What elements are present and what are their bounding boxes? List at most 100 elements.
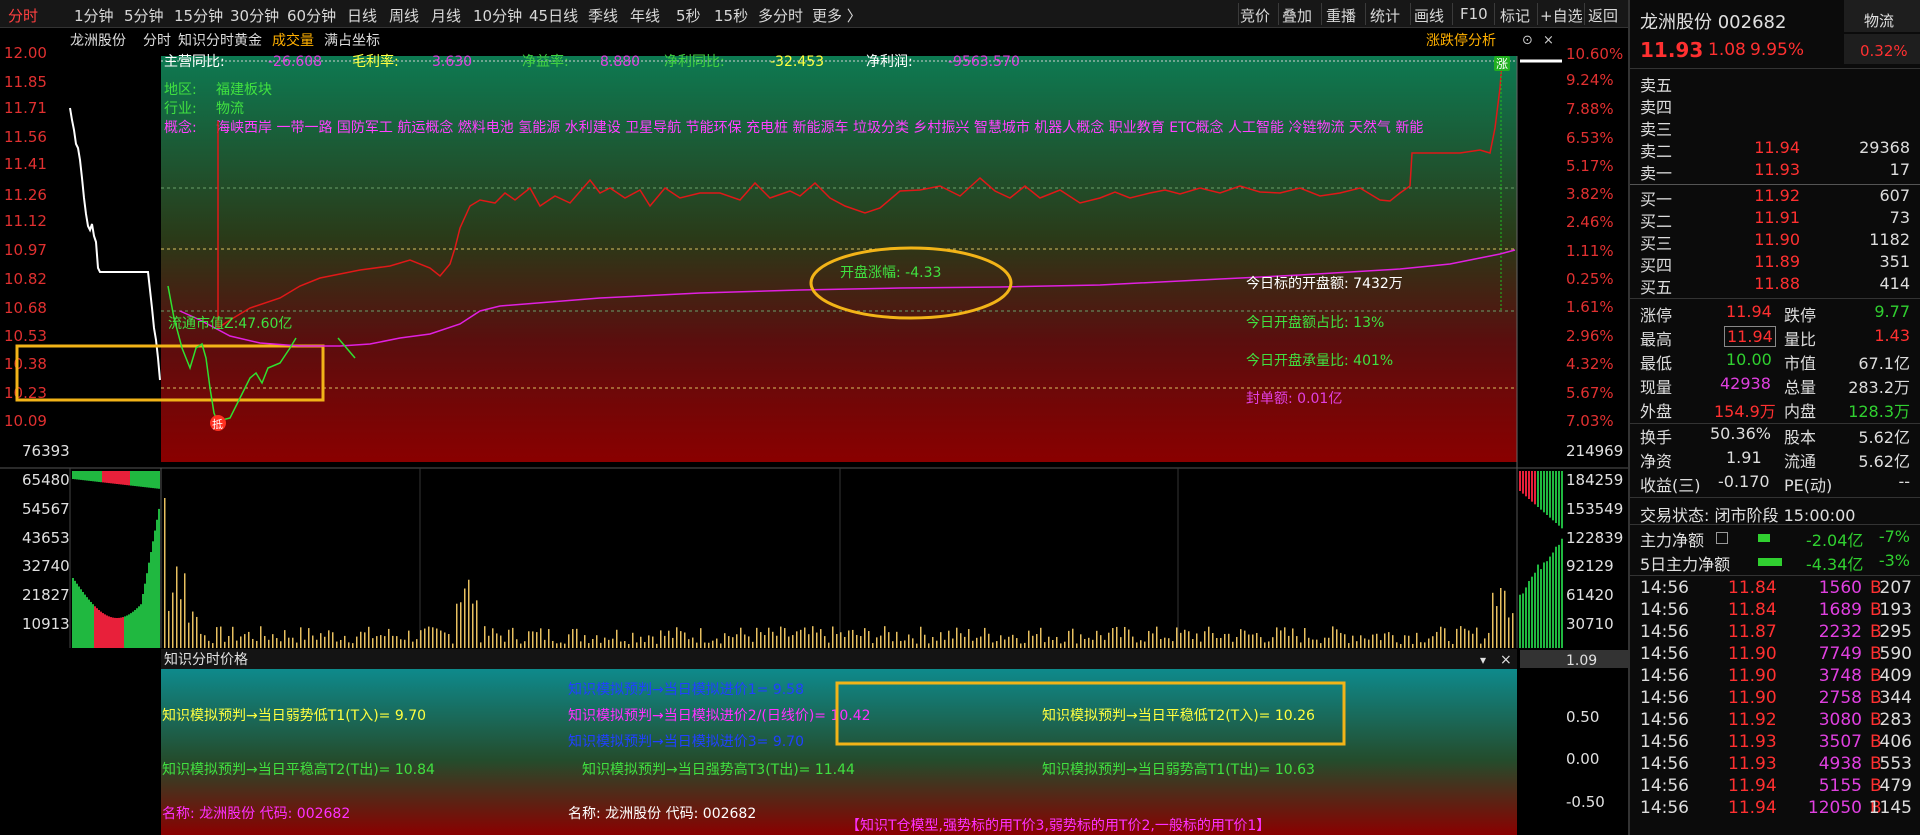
volume-bar (468, 579, 470, 648)
volume-bar (816, 632, 818, 648)
volume-bar (520, 643, 522, 648)
volume-bar (772, 631, 774, 648)
axis-tick: 10913 (22, 615, 70, 633)
axis-tick: 21827 (22, 586, 70, 604)
tick-price: 11.94 (1728, 776, 1777, 796)
price-change: 1.08 (1708, 40, 1746, 60)
fenshi-label[interactable]: 分时 (143, 33, 171, 49)
tool-back[interactable]: 返回 (1588, 5, 1618, 26)
volume-bar (988, 633, 990, 648)
tick-price: 11.94 (1728, 798, 1777, 818)
stat-value: 1.43 (1874, 326, 1910, 345)
tick-count: 406 (1879, 732, 1912, 752)
tab-multi-fenshi[interactable]: 多分时 (758, 5, 803, 26)
axis-tick: 30710 (1566, 615, 1614, 633)
tab-more[interactable]: 更多 〉 (812, 5, 862, 26)
volume-bar (1176, 627, 1178, 648)
tab-weekly[interactable]: 周线 (389, 5, 419, 26)
tab-monthly[interactable]: 月线 (431, 5, 461, 26)
volume-bar (760, 632, 762, 648)
volume-bar (500, 635, 502, 648)
volume-bar (700, 628, 702, 648)
tab-15sec[interactable]: 15秒 (714, 5, 748, 26)
tab-daily[interactable]: 日线 (347, 5, 377, 26)
axis-tick: 43653 (22, 529, 70, 547)
volume-bar (1108, 632, 1110, 648)
tab-quarterly[interactable]: 季线 (588, 5, 618, 26)
volume-bar (1104, 639, 1106, 648)
volume-bar (1224, 633, 1226, 648)
tool-replay[interactable]: 重播 (1326, 5, 1356, 26)
auction-volume-bar (130, 471, 132, 486)
volume-bar (724, 633, 726, 648)
stat-label: 换手 (1640, 428, 1673, 447)
auction-volume-bar (114, 471, 116, 484)
tab-15min[interactable]: 15分钟 (174, 5, 223, 26)
volume-bar (268, 639, 270, 648)
tool-f10[interactable]: F10 (1460, 5, 1488, 23)
tool-overlay[interactable]: 叠加 (1282, 5, 1312, 26)
volume-bar (584, 635, 586, 648)
panel-collapse-icon[interactable]: ▾ (1480, 653, 1486, 667)
tab-5sec[interactable]: 5秒 (676, 5, 701, 26)
limit-analysis-label[interactable]: 涨跌停分析 (1426, 32, 1496, 49)
fin-value: 8.880 (600, 54, 640, 70)
panel-close-icon[interactable]: × (1500, 652, 1512, 668)
tool-bidding[interactable]: 竞价 (1240, 5, 1270, 26)
info-icon[interactable] (1716, 532, 1728, 544)
tab-10min[interactable]: 10分钟 (473, 5, 522, 26)
auction-volume-bar (96, 471, 98, 482)
tab-fenshi[interactable]: 分时 (8, 5, 38, 26)
right-pct-axis: 10.60% 9.24% 7.88% 6.53% 5.17% 3.82% 2.4… (1566, 45, 1623, 430)
tab-5min[interactable]: 5分钟 (124, 5, 164, 26)
volume-bar (180, 599, 182, 648)
bid-price: 11.91 (1754, 208, 1800, 227)
tick-count: 479 (1879, 776, 1912, 796)
volume-bar (356, 636, 358, 648)
volume-bar (1320, 643, 1322, 648)
full-coordinate-label[interactable]: 满占坐标 (324, 33, 380, 49)
sector-name[interactable]: 物流 (1864, 10, 1894, 31)
divider (1537, 3, 1538, 25)
tab-1min[interactable]: 1分钟 (74, 5, 114, 26)
tool-mark[interactable]: 标记 (1500, 5, 1530, 26)
fin-value: 3.630 (432, 54, 472, 70)
volume-bar (420, 630, 422, 648)
auction-volume-bar (154, 530, 156, 648)
volume-bar (972, 640, 974, 648)
stat-label: 股本 (1784, 428, 1817, 447)
auction-volume-bar (128, 471, 130, 486)
auction-volume-bar (82, 591, 84, 648)
volume-bar (164, 498, 166, 648)
volume-bar (708, 642, 710, 648)
closing-volume-bar (1525, 587, 1527, 648)
volume-bar (1172, 641, 1174, 648)
volume-bar (1464, 628, 1466, 648)
tool-draw[interactable]: 画线 (1414, 5, 1444, 26)
bid-volume: 73 (1889, 208, 1910, 227)
ask-label: 卖二 (1640, 142, 1673, 161)
tab-30min[interactable]: 30分钟 (230, 5, 279, 26)
indicator-label[interactable]: 知识分时黄金 (178, 32, 262, 49)
ask-row-1: 卖一 11.93 17 (1630, 160, 1920, 183)
target-icon[interactable]: ⊙ (1522, 33, 1533, 48)
axis-tick: 5.17% (1566, 157, 1614, 175)
five-day-net-row: 5日主力净额 -4.34亿 -3% (1630, 551, 1920, 575)
volume-bar (704, 642, 706, 648)
volume-bar (1144, 641, 1146, 648)
volume-bar (1000, 635, 1002, 648)
closing-volume-bar (1528, 471, 1530, 499)
tool-add-watchlist[interactable]: +自选 (1540, 5, 1583, 26)
tool-stats[interactable]: 统计 (1370, 5, 1400, 26)
tab-45day[interactable]: 45日线 (529, 5, 578, 26)
tab-60min[interactable]: 60分钟 (287, 5, 336, 26)
axis-tick: 11.41 (4, 155, 47, 173)
volume-bar (1504, 590, 1506, 648)
axis-tick: 3.82% (1566, 185, 1614, 203)
volume-bar (1496, 606, 1498, 648)
tab-yearly[interactable]: 年线 (630, 5, 660, 26)
ask-label: 卖三 (1640, 120, 1673, 139)
volume-indicator-label[interactable]: 成交量 (272, 32, 314, 49)
close-icon[interactable]: × (1543, 33, 1554, 48)
volume-bar (1292, 628, 1294, 648)
